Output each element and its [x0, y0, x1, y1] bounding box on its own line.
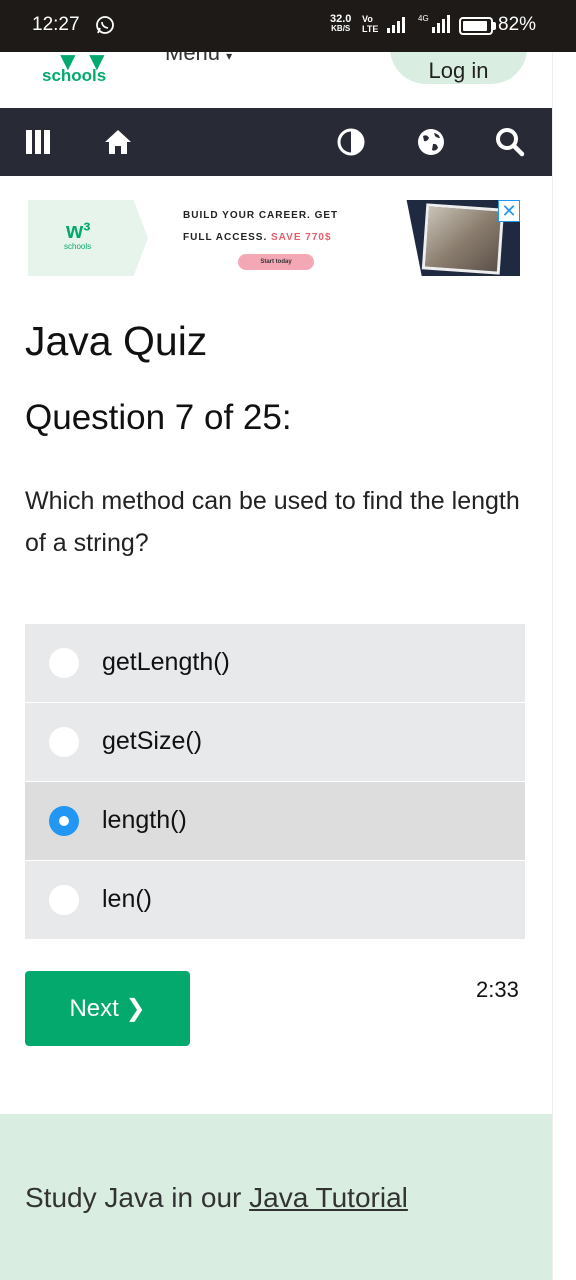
study-banner: Study Java in our Java Tutorial	[0, 1114, 552, 1280]
radio-button[interactable]	[49, 885, 79, 915]
signal-4g-icon: 4G	[418, 14, 450, 33]
answer-option-label: len()	[102, 885, 153, 913]
question-text: Which method can be used to find the len…	[25, 487, 520, 557]
answer-options: getLength() getSize() length() len()	[25, 624, 525, 940]
logo-text[interactable]: schools	[42, 66, 106, 86]
ad-headline: BUILD YOUR CAREER. GET	[183, 210, 339, 221]
status-bar: 12:27 32.0 KB/S Vo LTE 4G 82%	[0, 0, 576, 52]
radio-button[interactable]	[49, 648, 79, 678]
java-tutorial-link[interactable]: Java Tutorial	[249, 1182, 408, 1213]
home-icon[interactable]	[102, 126, 134, 158]
page-title: Java Quiz	[25, 318, 208, 364]
ad-cta-button[interactable]: Start today	[238, 254, 314, 270]
answer-option[interactable]: getLength()	[25, 624, 525, 702]
answer-option[interactable]: len()	[25, 861, 525, 939]
ad-logo-text: schools	[64, 242, 92, 251]
quiz-timer: 2:33	[476, 977, 519, 1002]
close-icon[interactable]: ✕	[498, 200, 520, 222]
advertisement-banner[interactable]: w³ schools BUILD YOUR CAREER. GET FULL A…	[28, 198, 521, 276]
menu-icon[interactable]	[24, 126, 56, 158]
contrast-icon[interactable]	[335, 126, 367, 158]
battery-percent: 82%	[498, 14, 537, 35]
ad-logo-panel: w³ schools	[28, 200, 148, 276]
next-button[interactable]: Next ❯	[25, 971, 190, 1046]
globe-icon[interactable]	[415, 126, 447, 158]
answer-option-label: getLength()	[102, 648, 230, 676]
radio-button-checked[interactable]	[49, 806, 79, 836]
scroll-edge	[552, 52, 576, 1280]
top-nav: ▼ ▼ schools Menu ▾ Log in	[0, 52, 552, 108]
answer-option-selected[interactable]: length()	[25, 782, 525, 860]
toolbar	[0, 108, 552, 176]
menu-button[interactable]: Menu ▾	[165, 52, 232, 66]
svg-text:4G: 4G	[418, 14, 429, 23]
page-content: ▼ ▼ schools Menu ▾ Log in w³ schools BUI…	[0, 52, 552, 1280]
w3-logo-icon: w³	[66, 218, 91, 243]
answer-option-label: getSize()	[102, 727, 203, 755]
ad-subline: FULL ACCESS. SAVE 770$	[183, 232, 332, 243]
volte-indicator: Vo LTE	[362, 14, 379, 34]
search-icon[interactable]	[494, 126, 526, 158]
study-text: Study Java in our Java Tutorial	[25, 1182, 408, 1213]
answer-option-label: length()	[102, 806, 187, 834]
question-number: Question 7 of 25:	[25, 398, 292, 437]
network-speed: 32.0 KB/S	[330, 13, 352, 34]
answer-option[interactable]: getSize()	[25, 703, 525, 781]
login-button[interactable]: Log in	[390, 52, 527, 84]
chevron-down-icon: ▾	[226, 52, 233, 63]
status-time: 12:27	[32, 14, 80, 35]
signal-icon	[387, 17, 405, 33]
whatsapp-icon	[96, 16, 114, 34]
battery-icon	[459, 17, 493, 35]
radio-button[interactable]	[49, 727, 79, 757]
